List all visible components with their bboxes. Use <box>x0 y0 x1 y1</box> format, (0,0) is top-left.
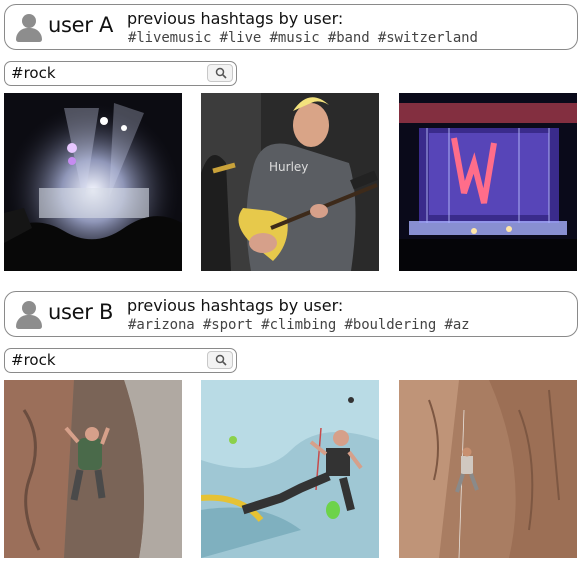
user-a-hashtags: #livemusic #live #music #band #switzerla… <box>128 30 478 46</box>
indoor-wall-climber-photo[interactable] <box>201 380 379 558</box>
outdoor-climber-photo[interactable] <box>4 380 182 558</box>
user-b-card: user B previous hashtags by user: #arizo… <box>4 291 578 337</box>
user-b-search-input[interactable]: #rock <box>4 348 237 373</box>
hashtags-title: previous hashtags by user: <box>127 9 344 28</box>
user-avatar-icon <box>16 301 42 329</box>
user-a-search-input[interactable]: #rock <box>4 61 237 86</box>
svg-text:Hurley: Hurley <box>269 160 308 174</box>
cliff-climber-photo[interactable] <box>399 380 577 558</box>
user-a-card: user A previous hashtags by user: #livem… <box>4 4 578 50</box>
search-icon <box>215 67 227 79</box>
user-a-name: user A <box>48 13 114 37</box>
search-query: #rock <box>11 351 56 369</box>
search-button[interactable] <box>207 351 233 369</box>
concert-crowd-photo[interactable] <box>4 93 182 271</box>
user-b-hashtags: #arizona #sport #climbing #bouldering #a… <box>128 317 470 333</box>
guitarist-photo[interactable]: Hurley <box>201 93 379 271</box>
hashtags-title: previous hashtags by user: <box>127 296 344 315</box>
user-b-name: user B <box>48 300 114 324</box>
search-icon <box>215 354 227 366</box>
search-query: #rock <box>11 64 56 82</box>
stage-lights-photo[interactable] <box>399 93 577 271</box>
search-button[interactable] <box>207 64 233 82</box>
user-avatar-icon <box>16 14 42 42</box>
